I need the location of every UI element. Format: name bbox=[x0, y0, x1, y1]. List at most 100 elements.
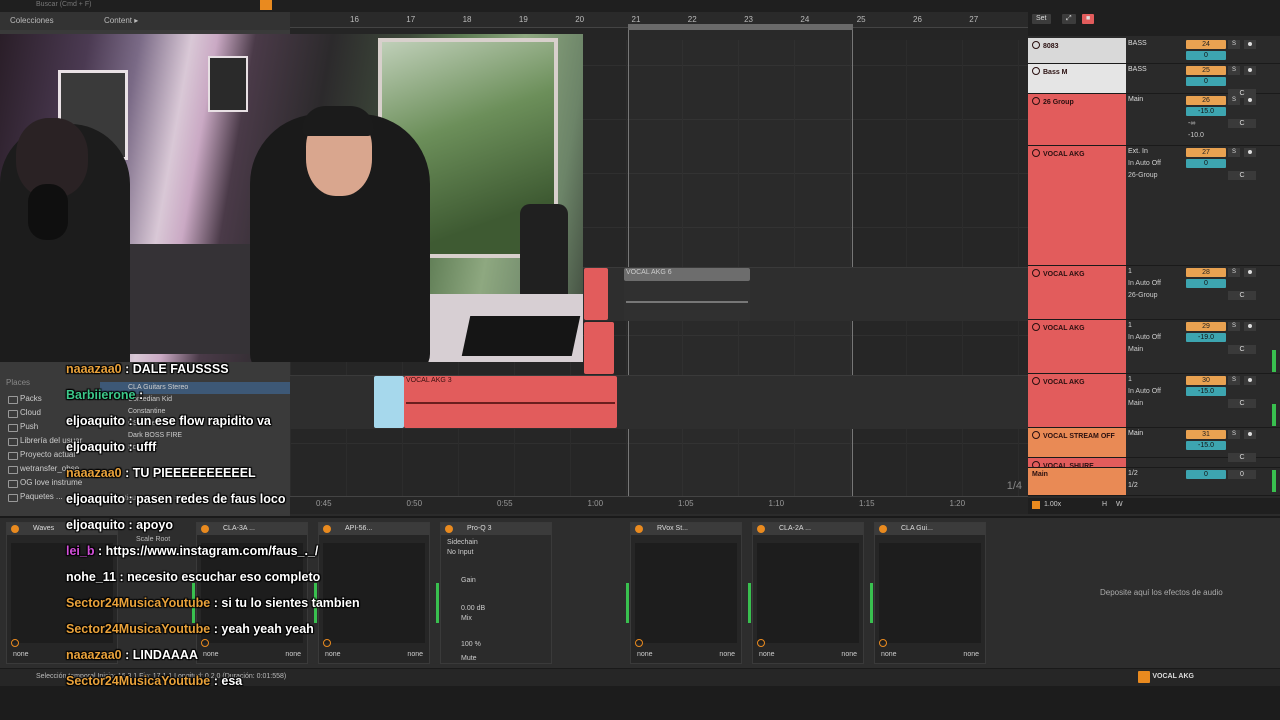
track-number[interactable]: 28 bbox=[1186, 268, 1226, 277]
device-output-select[interactable]: none bbox=[285, 649, 301, 661]
arm-button[interactable] bbox=[1244, 376, 1256, 385]
expand-icon[interactable]: ⤢ bbox=[1062, 14, 1076, 24]
time-ruler[interactable]: 0:45 0:50 0:55 1:00 1:05 1:10 1:15 1:20 bbox=[290, 496, 1028, 510]
track-number[interactable]: 25 bbox=[1186, 66, 1226, 75]
track-volume[interactable]: -15.0 bbox=[1186, 387, 1226, 396]
main-volume[interactable]: 0 bbox=[1186, 470, 1226, 479]
solo-button[interactable]: S bbox=[1228, 268, 1240, 277]
solo-button[interactable]: S bbox=[1228, 148, 1240, 157]
track-volume[interactable]: -15.0 bbox=[1186, 441, 1226, 450]
track-name[interactable]: VOCAL SHURE bbox=[1028, 458, 1126, 470]
device-knob[interactable] bbox=[879, 639, 887, 647]
device-input-select[interactable]: none bbox=[637, 649, 653, 661]
device-display[interactable] bbox=[757, 543, 859, 643]
device-unit[interactable]: Pro-Q 3 Sidechain No Input Gain 0.00 dB Mix 10… bbox=[436, 522, 552, 664]
proq-mute-label[interactable]: Mute bbox=[461, 655, 477, 662]
zoom-icon[interactable] bbox=[1032, 501, 1040, 509]
arm-button[interactable] bbox=[1244, 96, 1256, 105]
track-name[interactable]: 8083 bbox=[1028, 38, 1126, 63]
record-icon[interactable]: ■ bbox=[1082, 14, 1095, 24]
input-routing[interactable]: 1 bbox=[1128, 376, 1132, 383]
fold-icon[interactable] bbox=[1032, 323, 1040, 331]
device-input-select[interactable]: none bbox=[13, 649, 29, 661]
send-value[interactable]: -∞ bbox=[1188, 120, 1195, 127]
track-sub3[interactable]: 26-Group bbox=[1128, 292, 1158, 299]
mixer-track[interactable]: VOCAL SHURE bbox=[1028, 458, 1280, 470]
track-sub2[interactable]: In Auto Off bbox=[1128, 160, 1161, 167]
pan-control[interactable]: C bbox=[1228, 291, 1256, 300]
browser-search-input[interactable]: Buscar (Cmd + F) bbox=[36, 0, 276, 10]
track-number[interactable]: 24 bbox=[1186, 40, 1226, 49]
device-knob[interactable] bbox=[757, 639, 765, 647]
quantize-value[interactable]: 1/4 bbox=[1007, 480, 1022, 492]
content-label[interactable]: Content ▸ bbox=[104, 16, 138, 25]
pan-control[interactable]: C bbox=[1228, 119, 1256, 128]
fold-icon[interactable] bbox=[1032, 67, 1040, 75]
mixer-track[interactable]: VOCAL AKG 1 28 0 S C In Auto Off 26-Group bbox=[1028, 266, 1280, 320]
fold-icon[interactable] bbox=[1032, 377, 1040, 385]
mixer-track[interactable]: 8083 BASS 24 0 S bbox=[1028, 38, 1280, 64]
input-routing[interactable]: 1 bbox=[1128, 268, 1132, 275]
main-io[interactable]: 1/2 bbox=[1128, 470, 1138, 477]
track-number[interactable]: 30 bbox=[1186, 376, 1226, 385]
device-title[interactable]: CLA Gui... bbox=[875, 523, 985, 535]
arm-button[interactable] bbox=[1244, 148, 1256, 157]
track-volume[interactable]: 0 bbox=[1186, 51, 1226, 60]
fold-icon[interactable] bbox=[1032, 269, 1040, 277]
solo-button[interactable]: S bbox=[1228, 66, 1240, 75]
set-button[interactable]: Set bbox=[1032, 14, 1051, 24]
mixer-track[interactable]: VOCAL AKG Ext. In 27 0 S C In Auto Off 26-Group bbox=[1028, 146, 1280, 266]
device-output-select[interactable]: none bbox=[719, 649, 735, 661]
device-output-select[interactable]: none bbox=[407, 649, 423, 661]
fold-icon[interactable] bbox=[1032, 431, 1040, 439]
arm-button[interactable] bbox=[1244, 268, 1256, 277]
clip-vocal-akg-6[interactable]: VOCAL AKG 6 bbox=[624, 268, 750, 281]
device-input-select[interactable]: none bbox=[325, 649, 341, 661]
mixer-track[interactable]: VOCAL STREAM OFF Main 31 -15.0 S C bbox=[1028, 428, 1280, 462]
track-volume[interactable]: -15.0 bbox=[1186, 107, 1226, 116]
device-output-select[interactable]: none bbox=[963, 649, 979, 661]
main-track[interactable]: Main 1/2 1/2 0 0 bbox=[1028, 468, 1280, 496]
track-number[interactable]: 29 bbox=[1186, 322, 1226, 331]
solo-button[interactable]: S bbox=[1228, 322, 1240, 331]
arm-button[interactable] bbox=[1244, 430, 1256, 439]
arm-button[interactable] bbox=[1244, 40, 1256, 49]
solo-button[interactable]: S bbox=[1228, 40, 1240, 49]
device-output-select[interactable]: none bbox=[841, 649, 857, 661]
mixer-track[interactable]: 26 Group Main 26 -15.0 S C -∞ -10.0 bbox=[1028, 94, 1280, 146]
search-menu-icon[interactable] bbox=[260, 0, 272, 10]
track-name[interactable]: VOCAL AKG bbox=[1028, 146, 1126, 265]
device-display[interactable] bbox=[635, 543, 737, 643]
pan-control[interactable]: C bbox=[1228, 399, 1256, 408]
fold-icon[interactable] bbox=[1032, 149, 1040, 157]
input-routing[interactable]: Main bbox=[1128, 96, 1143, 103]
device-title[interactable]: CLA-2A ... bbox=[753, 523, 863, 535]
track-number[interactable]: 26 bbox=[1186, 96, 1226, 105]
h-button[interactable]: H bbox=[1102, 501, 1107, 508]
track-name[interactable]: VOCAL STREAM OFF bbox=[1028, 428, 1126, 457]
arm-button[interactable] bbox=[1244, 66, 1256, 75]
pan-control[interactable]: C bbox=[1228, 345, 1256, 354]
clip-vocal-akg-prev-2[interactable] bbox=[584, 322, 614, 374]
track-volume[interactable]: 0 bbox=[1186, 279, 1226, 288]
mixer-track[interactable]: VOCAL AKG 1 30 -15.0 S C In Auto Off Main bbox=[1028, 374, 1280, 428]
solo-button[interactable]: S bbox=[1228, 376, 1240, 385]
device-title[interactable]: CLA-3A ... bbox=[197, 523, 307, 535]
device-knob[interactable] bbox=[11, 639, 19, 647]
main-io-2[interactable]: 1/2 bbox=[1128, 482, 1138, 489]
mixer-track[interactable]: VOCAL AKG 1 29 -19.0 S C In Auto Off Main bbox=[1028, 320, 1280, 374]
track-name[interactable]: VOCAL AKG bbox=[1028, 266, 1126, 319]
device-unit[interactable]: CLA Gui... none none bbox=[870, 522, 986, 664]
pan-control[interactable]: C bbox=[1228, 171, 1256, 180]
track-volume[interactable]: 0 bbox=[1186, 77, 1226, 86]
device-display[interactable] bbox=[879, 543, 981, 643]
track-sub2[interactable]: In Auto Off bbox=[1128, 334, 1161, 341]
drop-effects-hint[interactable]: Deposite aquí los efectos de audio bbox=[1100, 588, 1223, 597]
device-unit[interactable]: API-56... none none bbox=[314, 522, 430, 664]
status-track-name[interactable]: VOCAL AKG bbox=[1152, 673, 1194, 680]
arm-button[interactable] bbox=[1244, 322, 1256, 331]
fold-icon[interactable] bbox=[1032, 97, 1040, 105]
input-routing[interactable]: Ext. In bbox=[1128, 148, 1148, 155]
device-knob[interactable] bbox=[635, 639, 643, 647]
input-routing[interactable]: 1 bbox=[1128, 322, 1132, 329]
